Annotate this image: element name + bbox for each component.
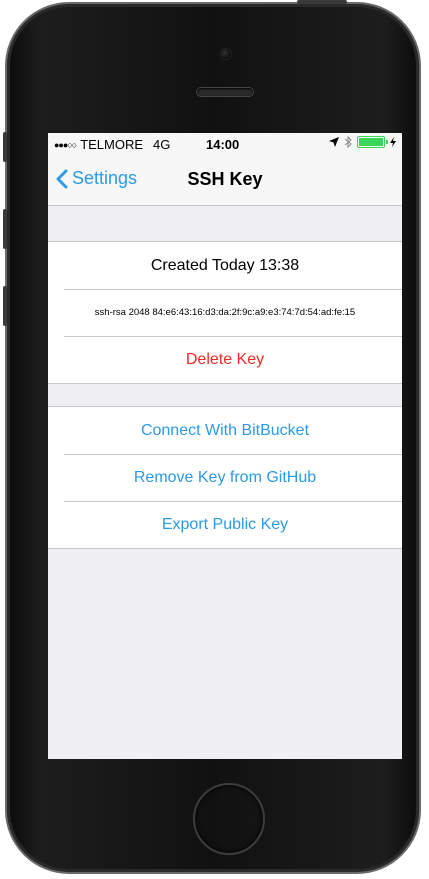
created-date-row: Created Today 13:38 [48,242,402,289]
volume-up-button [3,209,7,249]
network-type: 4G [153,137,171,152]
connect-bitbucket-label: Connect With BitBucket [140,421,310,439]
status-bar-left: ●●●○○ TELMORE 4G [54,137,170,152]
key-fingerprint-row: ssh-rsa 2048 84:e6:43:16:d3:da:2f:9c:a9:… [48,289,402,336]
earpiece-speaker [197,88,253,96]
actions-group: Connect With BitBucket Remove Key from G… [48,406,402,549]
status-time: 14:00 [206,137,240,152]
export-public-key-button[interactable]: Export Public Key [48,501,402,548]
bluetooth-icon [344,136,352,148]
home-button[interactable] [193,783,265,855]
carrier-name: TELMORE [80,137,144,152]
battery-icon [357,136,388,148]
mute-switch [3,132,7,162]
export-public-key-label: Export Public Key [161,515,289,533]
signal-strength-icon: ●●●○○ [54,139,77,150]
status-bar-right [329,136,396,148]
front-camera [221,49,231,59]
charging-bolt-icon [390,137,396,147]
delete-key-button[interactable]: Delete Key [48,336,402,383]
key-fingerprint-label: ssh-rsa 2048 84:e6:43:16:d3:da:2f:9c:a9:… [94,307,356,318]
remove-github-key-button[interactable]: Remove Key from GitHub [48,454,402,501]
location-arrow-icon [329,137,339,147]
delete-key-label: Delete Key [185,350,265,368]
volume-down-button [3,286,7,326]
remove-github-key-label: Remove Key from GitHub [133,468,317,486]
connect-bitbucket-button[interactable]: Connect With BitBucket [48,407,402,454]
page-title: SSH Key [187,169,263,189]
screen: ●●●○○ TELMORE 4G 14:00 Settings SSH Key [48,133,402,759]
navigation-bar: Settings SSH Key [48,155,402,206]
created-date-label: Created Today 13:38 [150,256,300,274]
status-bar: ●●●○○ TELMORE 4G 14:00 [48,133,402,155]
key-info-group: Created Today 13:38 ssh-rsa 2048 84:e6:4… [48,241,402,384]
power-button [297,0,347,4]
